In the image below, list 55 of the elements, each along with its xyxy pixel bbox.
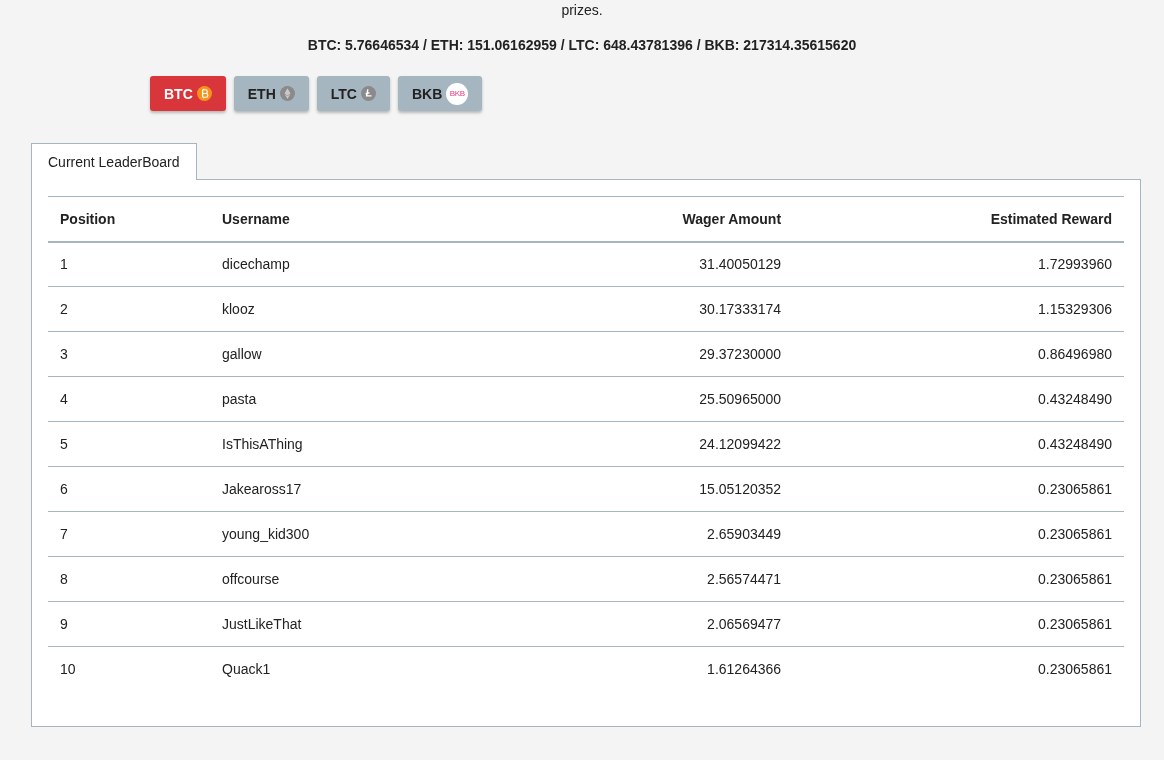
table-cell: pasta [210,376,464,422]
table-cell: offcourse [210,556,464,602]
table-cell: young_kid300 [210,511,464,557]
table-cell: klooz [210,286,464,332]
currency-button[interactable]: ETH [233,76,309,111]
table-cell: 2 [48,286,210,332]
currency-button[interactable]: BKB BKB [397,76,483,111]
table-cell: 9 [48,601,210,647]
table-cell: 30.17333174 [463,286,794,332]
table-cell: Quack1 [210,646,464,692]
column-header: Wager Amount [463,196,794,242]
table-cell: IsThisAThing [210,421,464,467]
table-cell: 0.23065861 [793,646,1124,692]
table-cell: 15.05120352 [463,466,794,512]
litecoin-icon [360,86,376,101]
table-cell: 7 [48,511,210,557]
table-cell: 8 [48,556,210,602]
table-cell: JustLikeThat [210,601,464,647]
leaderboard-tab[interactable]: Current LeaderBoard [31,143,197,180]
table-cell: 0.23065861 [793,601,1124,647]
table-cell: 1.72993960 [793,241,1124,287]
table-cell: 5 [48,421,210,467]
table-cell: 31.40050129 [463,241,794,287]
table-cell: 2.65903449 [463,511,794,557]
table-cell: 0.43248490 [793,421,1124,467]
column-header: Username [210,196,464,242]
table-cell: 0.23065861 [793,511,1124,557]
table-cell: 25.50965000 [463,376,794,422]
table-cell: 2.06569477 [463,601,794,647]
table-cell: 0.23065861 [793,466,1124,512]
table-cell: dicechamp [210,241,464,287]
table-cell: 3 [48,331,210,377]
intro-text: prizes. [560,1,604,19]
bitcoin-icon [196,86,212,101]
table-cell: 1.15329306 [793,286,1124,332]
table-cell: 0.86496980 [793,331,1124,377]
column-header: Position [48,196,210,242]
table-cell: 2.56574471 [463,556,794,602]
bkb-coin-icon: BKB [446,82,469,105]
column-header: Estimated Reward [793,196,1124,242]
currency-button[interactable]: LTC [316,76,390,111]
ethereum-icon [279,86,295,101]
table-cell: 0.23065861 [793,556,1124,602]
table-cell: Jakeaross17 [210,466,464,512]
prize-totals: BTC: 5.76646534 / ETH: 151.06162959 / LTC: 648.43781396 / BKB: 217314.35615620 [306,36,858,54]
table-cell: 10 [48,646,210,692]
table-cell: 1 [48,241,210,287]
table-cell: 6 [48,466,210,512]
table-cell: 29.37230000 [463,331,794,377]
table-cell: 0.43248490 [793,376,1124,422]
table-cell: 1.61264366 [463,646,794,692]
table-cell: gallow [210,331,464,377]
table-cell: 4 [48,376,210,422]
currency-button[interactable]: BTC [150,76,226,111]
table-cell: 24.12099422 [463,421,794,467]
